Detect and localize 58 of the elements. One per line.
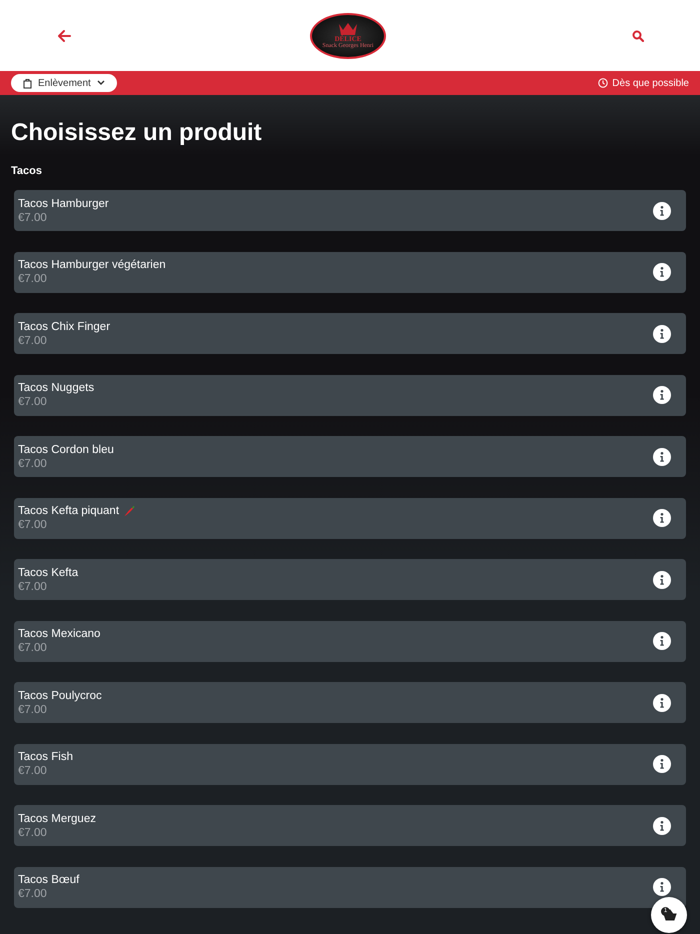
product-name: Tacos Poulycroc <box>18 690 102 702</box>
info-icon[interactable] <box>653 509 671 527</box>
info-icon[interactable] <box>653 448 671 466</box>
product-price: €7.00 <box>18 888 48 900</box>
crown-icon <box>338 22 358 36</box>
product-name: Tacos Fish <box>18 751 73 763</box>
product-card[interactable]: Tacos Merguez €7.00 <box>14 805 686 846</box>
product-card[interactable]: Tacos Kefta €7.00 <box>14 559 686 600</box>
info-icon[interactable] <box>653 324 671 342</box>
product-price: €7.00 <box>18 704 48 716</box>
product-name: Tacos Cordon bleu <box>18 444 114 456</box>
product-name: Tacos Hamburger <box>18 198 109 210</box>
product-card[interactable]: Tacos Chix Finger €7.00 <box>14 313 686 354</box>
product-name: Tacos Mexicano <box>18 628 100 640</box>
product-card[interactable]: Tacos Hamburger végétarien €7.00 <box>14 252 686 292</box>
info-icon[interactable] <box>653 632 671 650</box>
bag-icon <box>23 78 32 88</box>
search-icon <box>632 30 644 42</box>
product-name: Tacos Kefta piquant <box>18 505 120 517</box>
product-name: Tacos Bœuf <box>18 874 80 886</box>
product-price: €7.00 <box>18 273 48 285</box>
back-arrow-icon <box>56 28 72 44</box>
product-name: Tacos Hamburger végétarien <box>18 259 166 271</box>
product-name: Tacos Nuggets <box>18 382 94 394</box>
product-price: €7.00 <box>18 642 48 654</box>
product-price: €7.00 <box>18 519 48 531</box>
chevron-down-icon <box>96 80 105 86</box>
product-card[interactable]: Tacos Cordon bleu €7.00 <box>14 436 686 477</box>
product-price: €7.00 <box>18 826 48 838</box>
product-price: €7.00 <box>18 580 48 592</box>
product-price: €7.00 <box>18 396 48 408</box>
category-heading: Tacos <box>11 165 43 177</box>
product-price: €7.00 <box>18 212 48 224</box>
info-icon[interactable] <box>653 816 671 834</box>
product-card[interactable]: Tacos Mexicano €7.00 <box>14 620 686 662</box>
page-title: Choisissez un produit <box>11 119 263 147</box>
clock-icon <box>598 78 608 88</box>
product-card[interactable]: Tacos Fish €7.00 <box>14 744 686 784</box>
product-price: €7.00 <box>18 458 48 470</box>
info-icon[interactable] <box>653 202 671 220</box>
product-name: Tacos Merguez <box>18 812 96 824</box>
info-icon[interactable] <box>653 570 671 588</box>
product-card[interactable]: Tacos Hamburger €7.00 <box>14 190 686 231</box>
info-icon[interactable] <box>653 878 671 896</box>
product-name: Tacos Kefta <box>18 566 78 578</box>
order-mode-dropdown[interactable]: Enlèvement <box>11 74 117 92</box>
product-card[interactable]: Tacos Nuggets €7.00 <box>14 374 686 416</box>
info-icon[interactable] <box>653 386 671 404</box>
product-price: €7.00 <box>18 334 48 346</box>
info-icon[interactable] <box>653 263 671 281</box>
product-price: €7.00 <box>18 765 48 777</box>
product-card[interactable]: Tacos Kefta piquant €7.00 <box>14 498 686 538</box>
product-card[interactable]: Tacos Bœuf €7.00 <box>14 866 686 908</box>
product-card[interactable]: Tacos Poulycroc €7.00 <box>14 682 686 723</box>
product-name: Tacos Chix Finger <box>18 320 110 332</box>
info-icon[interactable] <box>653 755 671 773</box>
info-icon[interactable] <box>653 694 671 712</box>
pickup-time-button[interactable]: Dès que possible <box>598 78 689 88</box>
